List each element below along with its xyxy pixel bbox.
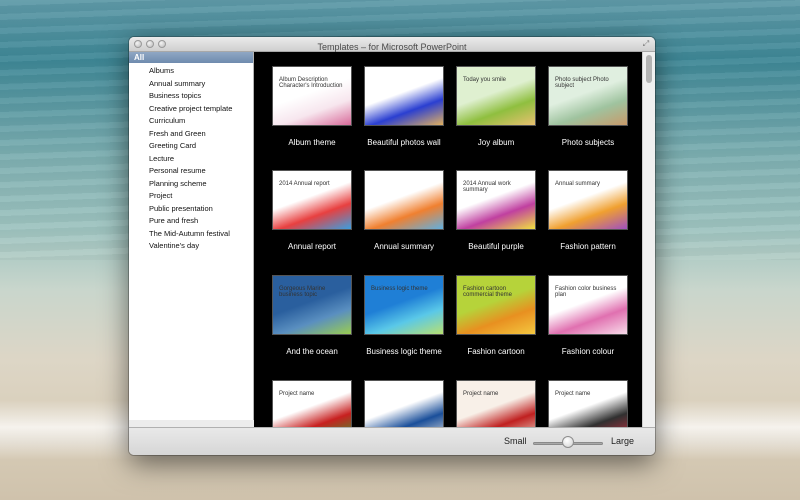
size-small-label: Small <box>504 436 527 446</box>
thumbnail-text: Photo subject Photo subject <box>555 77 609 89</box>
bottom-toolbar: Small Large <box>129 427 655 455</box>
template-tile[interactable]: 2014 Annual work summary Beautiful purple <box>456 170 536 251</box>
thumbnail-text: Project name <box>279 391 315 397</box>
sidebar-item[interactable]: Project <box>129 190 253 203</box>
sidebar-item[interactable]: Creative project template <box>129 103 253 116</box>
template-tile[interactable]: Project name <box>548 380 628 428</box>
fullscreen-icon[interactable]: ⤢ <box>642 40 650 48</box>
template-tile[interactable]: Photo subject Photo subject Photo subject… <box>548 66 628 147</box>
sidebar-item[interactable]: Greeting Card <box>129 140 253 153</box>
template-thumbnail[interactable] <box>364 66 444 126</box>
template-thumbnail[interactable]: Fashion cartoon commercial theme <box>456 275 536 335</box>
thumbnail-text: Project name <box>463 391 499 397</box>
template-tile[interactable]: 2014 Annual report Annual report <box>272 170 352 251</box>
template-label: Photo subjects <box>561 138 615 147</box>
slider-knob[interactable] <box>562 436 574 448</box>
template-label: Fashion colour <box>561 347 615 356</box>
template-tile[interactable]: Annual summary <box>364 170 444 251</box>
sidebar-item[interactable]: The Mid-Autumn festival <box>129 228 253 241</box>
thumbnail-text: 2014 Annual work summary <box>463 181 511 193</box>
template-thumbnail[interactable]: Business logic theme <box>364 275 444 335</box>
thumbnail-text: Fashion color business plan <box>555 286 617 298</box>
thumbnail-text: Project name <box>555 391 591 397</box>
sidebar-item-all[interactable]: All <box>129 52 253 63</box>
template-label: Fashion pattern <box>560 242 616 251</box>
template-tile[interactable]: Annual summary Fashion pattern <box>548 170 628 251</box>
size-large-label: Large <box>611 436 635 446</box>
sidebar-item[interactable]: Curriculum <box>129 115 253 128</box>
window-title: Templates – for Microsoft PowerPoint <box>317 42 467 52</box>
templates-window: Templates – for Microsoft PowerPoint ⤢ A… <box>129 37 655 455</box>
template-thumbnail[interactable] <box>364 380 444 428</box>
scrollbar-thumb[interactable] <box>646 55 652 83</box>
template-tile[interactable]: Project name <box>272 380 352 428</box>
minimize-button[interactable] <box>146 40 154 48</box>
template-thumbnail[interactable]: Photo subject Photo subject <box>548 66 628 126</box>
sidebar-item[interactable]: Personal resume <box>129 165 253 178</box>
sidebar-item[interactable]: Business topics <box>129 90 253 103</box>
template-thumbnail[interactable]: Project name <box>548 380 628 428</box>
category-sidebar: All Albums Annual summary Business topics C… <box>129 52 254 420</box>
template-tile[interactable]: Today you smile Joy album <box>456 66 536 147</box>
thumbnail-text: 2014 Annual report <box>279 181 330 187</box>
thumbnail-text: Fashion cartoon commercial theme <box>463 286 513 298</box>
template-tile[interactable]: Gorgeous Marine business topic And the oc… <box>272 275 352 356</box>
thumbnail-text: Gorgeous Marine business topic <box>279 286 326 298</box>
zoom-button[interactable] <box>158 40 166 48</box>
template-grid: Album Description Character's Introducti… <box>254 52 642 428</box>
template-thumbnail[interactable]: Annual summary <box>548 170 628 230</box>
template-thumbnail[interactable]: Project name <box>456 380 536 428</box>
sidebar-item[interactable]: Planning scheme <box>129 178 253 191</box>
sidebar-item[interactable]: Fresh and Green <box>129 128 253 141</box>
template-thumbnail[interactable]: Album Description Character's Introducti… <box>272 66 352 126</box>
thumbnail-text: Today you smile <box>463 77 507 83</box>
sidebar-item[interactable]: Public presentation <box>129 203 253 216</box>
thumbnail-text: Album Description Character's Introducti… <box>279 77 343 89</box>
sidebar-item[interactable]: Albums <box>129 65 253 78</box>
template-tile[interactable]: Album Description Character's Introducti… <box>272 66 352 147</box>
template-tile[interactable]: Fashion color business plan Fashion colou… <box>548 275 628 356</box>
close-button[interactable] <box>134 40 142 48</box>
template-tile[interactable]: Beautiful photos wall <box>364 66 444 147</box>
template-thumbnail[interactable]: Project name <box>272 380 352 428</box>
sidebar-item[interactable]: Valentine's day <box>129 240 253 253</box>
sidebar-item[interactable]: Pure and fresh <box>129 215 253 228</box>
title-bar[interactable]: Templates – for Microsoft PowerPoint ⤢ <box>129 37 655 52</box>
thumbnail-text: Business logic theme <box>371 286 428 292</box>
sidebar-item[interactable]: Lecture <box>129 153 253 166</box>
template-tile[interactable]: Project name <box>456 380 536 428</box>
category-list: Albums Annual summary Business topics Creat… <box>129 63 253 253</box>
template-tile[interactable]: Business logic theme Business logic theme <box>364 275 444 356</box>
template-thumbnail[interactable] <box>364 170 444 230</box>
template-thumbnail[interactable]: 2014 Annual work summary <box>456 170 536 230</box>
template-thumbnail[interactable]: Today you smile <box>456 66 536 126</box>
template-thumbnail[interactable]: Gorgeous Marine business topic <box>272 275 352 335</box>
template-thumbnail[interactable]: 2014 Annual report <box>272 170 352 230</box>
sidebar-item[interactable]: Annual summary <box>129 78 253 91</box>
template-tile[interactable] <box>364 380 444 428</box>
template-tile[interactable]: Fashion cartoon commercial theme Fashion … <box>456 275 536 356</box>
vertical-scrollbar[interactable] <box>642 52 655 428</box>
template-thumbnail[interactable]: Fashion color business plan <box>548 275 628 335</box>
thumbnail-text: Annual summary <box>555 181 601 187</box>
